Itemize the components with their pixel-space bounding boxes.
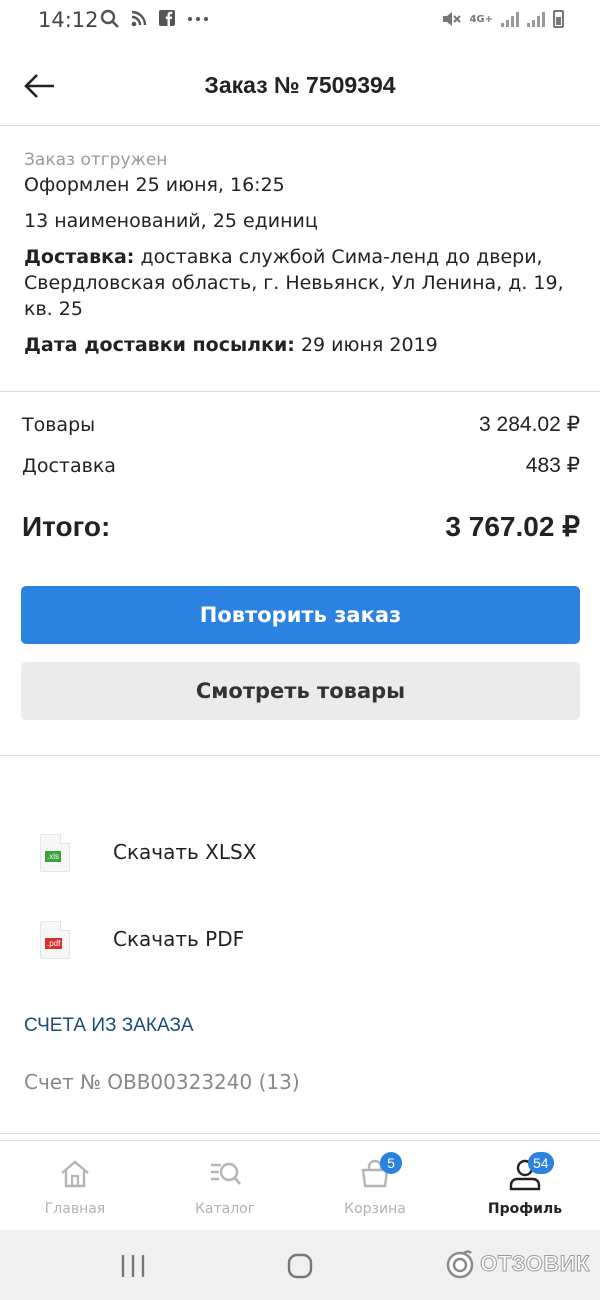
nav-catalog[interactable]: Каталог: [150, 1141, 300, 1231]
total-row: Итого: 3 767.02 ₽: [22, 510, 580, 543]
view-goods-button[interactable]: Смотреть товары: [21, 662, 580, 720]
status-system-icons: 4G+: [441, 10, 564, 28]
nav-home-label: Главная: [44, 1201, 106, 1217]
delivery-cost-value: 483 ₽: [525, 454, 580, 477]
basket-badge: 5: [380, 1152, 402, 1174]
watermark-text: ОТЗОВИК: [480, 1251, 590, 1277]
delivery-row: Доставка 483 ₽: [22, 453, 580, 478]
total-value: 3 767.02 ₽: [445, 511, 580, 542]
battery-icon: [553, 10, 564, 28]
nav-profile[interactable]: 54 Профиль: [450, 1141, 600, 1231]
app-header: Заказ № 7509394: [0, 44, 600, 126]
xls-file-tag: .xls: [45, 851, 61, 862]
delivery-cost-label: Доставка: [22, 454, 116, 477]
pdf-file-icon: .pdf: [40, 921, 70, 959]
signal-icon: [501, 11, 519, 27]
goods-label: Товары: [22, 413, 96, 436]
home-system-button[interactable]: [280, 1252, 320, 1280]
nav-profile-label: Профиль: [487, 1201, 563, 1217]
watermark: ОТЗОВИК: [444, 1248, 590, 1280]
divider: [0, 755, 600, 756]
rss-icon: [131, 10, 147, 27]
nav-catalog-label: Каталог: [194, 1201, 256, 1217]
download-xlsx-button[interactable]: .xls Скачать XLSX: [0, 828, 420, 888]
status-notifications: [100, 8, 210, 30]
recent-apps-button[interactable]: [114, 1252, 154, 1280]
order-status: Заказ отгружен: [24, 150, 168, 170]
network-type: 4G+: [469, 13, 493, 25]
xls-file-icon: .xls: [40, 834, 70, 872]
divider: [0, 391, 600, 392]
order-created: Оформлен 25 июня, 16:25: [24, 174, 285, 196]
otzovik-logo-icon: [446, 1250, 474, 1279]
delivery-date-label: Дата доставки посылки:: [24, 334, 295, 356]
status-bar: 14:12 4G+: [0, 0, 600, 44]
download-pdf-button[interactable]: .pdf Скачать PDF: [0, 915, 420, 975]
more-icon: [188, 17, 208, 21]
signal-icon-2: [527, 11, 545, 27]
status-time: 14:12: [38, 8, 99, 32]
goods-row: Товары 3 284.02 ₽: [22, 412, 580, 437]
nav-basket[interactable]: 5 Корзина: [300, 1141, 450, 1231]
order-delivery: Доставка: доставка службой Сима-ленд до …: [24, 244, 576, 322]
home-circle-icon: [287, 1253, 313, 1279]
catalog-search-icon: [211, 1162, 241, 1185]
pdf-file-tag: .pdf: [45, 938, 63, 949]
invoices-section-title: СЧЕТА ИЗ ЗАКАЗА: [24, 1015, 194, 1036]
home-icon: [61, 1160, 89, 1188]
mute-icon: [443, 12, 462, 26]
download-xlsx-label: Скачать XLSX: [113, 840, 257, 864]
order-delivery-date: Дата доставки посылки: 29 июня 2019: [24, 332, 576, 358]
profile-badge: 54: [528, 1152, 554, 1174]
page-title: Заказ № 7509394: [204, 72, 396, 98]
order-items-count: 13 наименований, 25 единиц: [24, 210, 318, 232]
delivery-label: Доставка:: [24, 246, 135, 268]
facebook-icon: [159, 10, 175, 26]
download-pdf-label: Скачать PDF: [113, 927, 245, 951]
nav-basket-label: Корзина: [344, 1201, 406, 1217]
search-icon: [100, 9, 119, 28]
goods-value: 3 284.02 ₽: [479, 413, 580, 436]
repeat-order-button[interactable]: Повторить заказ: [21, 586, 580, 644]
delivery-date-value: 29 июня 2019: [300, 334, 438, 356]
order-info: Заказ отгружен Оформлен 25 июня, 16:25 1…: [24, 150, 576, 358]
nav-home[interactable]: Главная: [0, 1141, 150, 1231]
recent-apps-icon: [121, 1255, 145, 1277]
invoice-link[interactable]: Счет № OBB00323240 (13): [24, 1070, 300, 1094]
bottom-navigation: Главная Каталог 5 Корзина 54 Профиль: [0, 1133, 600, 1231]
total-label: Итого:: [22, 510, 111, 542]
